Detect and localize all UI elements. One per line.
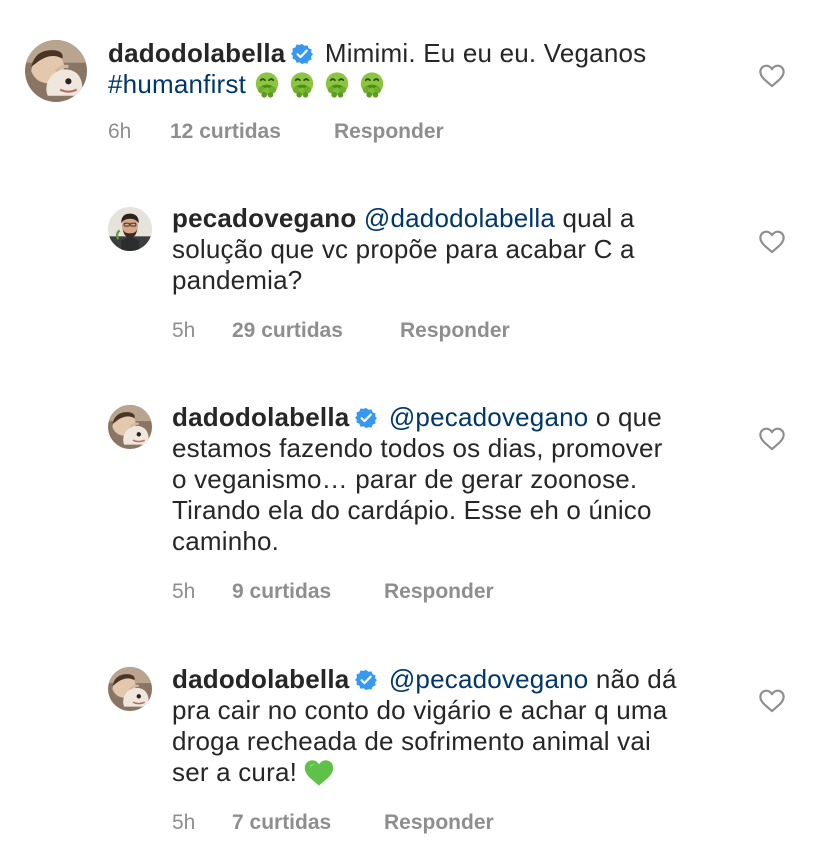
- nauseated-face-icon: [323, 71, 351, 99]
- avatar-image: [108, 207, 152, 251]
- mention-link[interactable]: @dadodolabella: [364, 203, 555, 233]
- avatar[interactable]: [108, 667, 152, 711]
- timestamp[interactable]: 5h: [172, 811, 232, 835]
- mention-link[interactable]: @pecadovegano: [389, 402, 589, 432]
- comment-text: dadodolabella @pecadovegano não dá pra c…: [172, 664, 752, 788]
- comment-body-line4: ser a cura!: [172, 757, 298, 787]
- verified-badge-icon: [355, 407, 377, 429]
- like-heart-icon[interactable]: [759, 64, 785, 88]
- hashtag-link[interactable]: #humanfirst: [108, 69, 246, 99]
- reply-button[interactable]: Responder: [400, 319, 510, 343]
- comment-body-line3: o veganismo… parar de gerar zoonose.: [172, 464, 638, 494]
- likes-count[interactable]: 7 curtidas: [232, 811, 384, 835]
- verified-badge-icon: [291, 43, 313, 65]
- username[interactable]: dadodolabella: [108, 38, 285, 68]
- comment-4: dadodolabella @pecadovegano não dá pra c…: [0, 637, 827, 863]
- comment-body-line1: qual a: [562, 203, 635, 233]
- avatar-image: [108, 667, 152, 711]
- comment-text: pecadovegano @dadodolabella qual a soluç…: [172, 203, 752, 296]
- comment-meta: 5h 29 curtidas Responder: [172, 319, 510, 343]
- avatar[interactable]: [25, 40, 87, 102]
- comment-body-line3: pandemia?: [172, 265, 303, 295]
- avatar[interactable]: [108, 405, 152, 449]
- comment-body-line2: pra cair no conto do vigário e achar q u…: [172, 695, 668, 725]
- reply-button[interactable]: Responder: [384, 811, 494, 835]
- reply-button[interactable]: Responder: [334, 120, 444, 144]
- timestamp[interactable]: 6h: [108, 120, 170, 144]
- comment-body-line1: o que: [595, 402, 662, 432]
- mention-link[interactable]: @pecadovegano: [389, 664, 589, 694]
- username[interactable]: dadodolabella: [172, 664, 349, 694]
- comment-2: pecadovegano @dadodolabella qual a soluç…: [0, 175, 827, 375]
- comment-body-line5: caminho.: [172, 526, 280, 556]
- comment-meta: 6h 12 curtidas Responder: [108, 120, 444, 144]
- likes-count[interactable]: 12 curtidas: [170, 120, 334, 144]
- verified-badge-icon: [355, 669, 377, 691]
- comment-body-line2: estamos fazendo todos os dias, promover: [172, 433, 663, 463]
- avatar-image: [25, 40, 87, 102]
- like-heart-icon[interactable]: [759, 689, 785, 713]
- reply-button[interactable]: Responder: [384, 580, 494, 604]
- nauseated-face-icon: [358, 71, 386, 99]
- comment-text: dadodolabella Mimimi. Eu eu eu. Veganos …: [108, 38, 748, 100]
- timestamp[interactable]: 5h: [172, 580, 232, 604]
- username[interactable]: dadodolabella: [172, 402, 349, 432]
- avatar[interactable]: [108, 207, 152, 251]
- comment-3: dadodolabella @pecadovegano o que estamo…: [0, 375, 827, 637]
- likes-count[interactable]: 29 curtidas: [232, 319, 400, 343]
- comment-1: dadodolabella Mimimi. Eu eu eu. Veganos …: [0, 0, 827, 175]
- comment-body-line3: droga recheada de sofrimento animal vai: [172, 726, 651, 756]
- like-heart-icon[interactable]: [759, 230, 785, 254]
- nauseated-face-icon: [288, 71, 316, 99]
- like-heart-icon[interactable]: [759, 427, 785, 451]
- comment-body: Mimimi. Eu eu eu. Veganos: [324, 38, 647, 68]
- avatar-image: [108, 405, 152, 449]
- comment-text: dadodolabella @pecadovegano o que estamo…: [172, 402, 752, 557]
- comment-meta: 5h 7 curtidas Responder: [172, 811, 494, 835]
- nauseated-face-icon: [253, 71, 281, 99]
- likes-count[interactable]: 9 curtidas: [232, 580, 384, 604]
- comment-body-line1: não dá: [595, 664, 677, 694]
- username[interactable]: pecadovegano: [172, 203, 356, 233]
- comment-body-line4: Tirando ela do cardápio. Esse eh o único: [172, 495, 652, 525]
- comment-body-line2: solução que vc propõe para acabar C a: [172, 234, 635, 264]
- comment-meta: 5h 9 curtidas Responder: [172, 580, 494, 604]
- timestamp[interactable]: 5h: [172, 319, 232, 343]
- green-heart-icon: [304, 759, 332, 787]
